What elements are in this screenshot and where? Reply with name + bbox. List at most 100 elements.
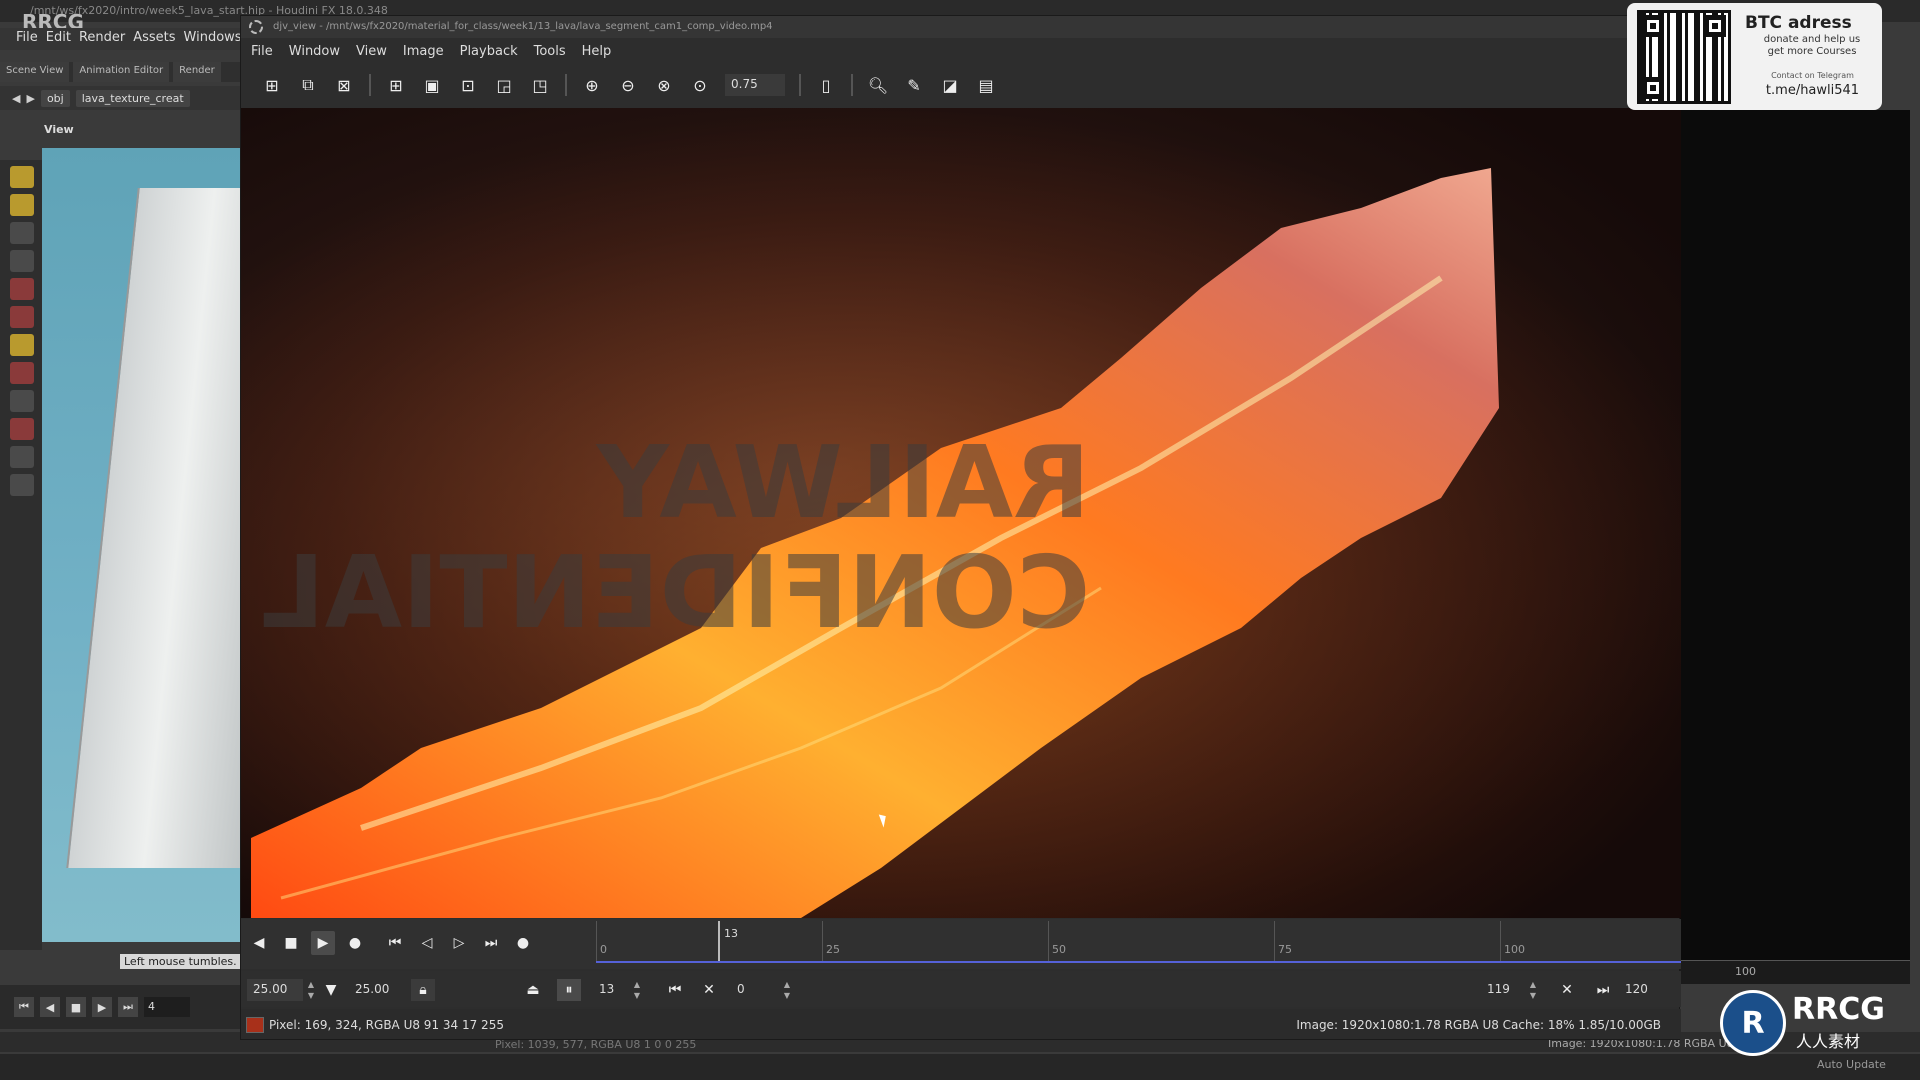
djv-menu-file[interactable]: File — [251, 44, 273, 62]
houdini-scene-viewport[interactable] — [42, 148, 245, 942]
brush-tool-icon[interactable] — [10, 306, 34, 328]
camera-tool-icon[interactable] — [10, 446, 34, 468]
window-close-icon[interactable]: ⊠ — [333, 74, 355, 96]
histogram-icon[interactable]: ◪ — [939, 74, 961, 96]
lock-tool-icon[interactable] — [10, 250, 34, 272]
step-back-icon[interactable]: ◁ — [415, 931, 439, 955]
houdini-menu-windows[interactable]: Windows — [184, 30, 242, 50]
reset-out-icon[interactable]: ✕ — [1555, 979, 1579, 1001]
tab-animation-editor[interactable]: Animation Editor — [73, 62, 170, 82]
magnify-icon[interactable]: 🔍︎ — [867, 74, 889, 96]
zoom-reset-icon[interactable]: ⊗ — [653, 74, 675, 96]
transform-tool-icon[interactable] — [10, 194, 34, 216]
go-start-icon[interactable]: ⏮ — [383, 931, 407, 955]
fill-window-icon[interactable]: ▣ — [421, 74, 443, 96]
display-tool-icon[interactable] — [10, 474, 34, 496]
stop-icon[interactable]: ■ — [66, 997, 86, 1017]
frame-field[interactable]: 13 — [593, 979, 629, 1001]
play-reverse-icon[interactable]: ◀ — [247, 931, 271, 955]
resize-icon[interactable]: ◲ — [493, 74, 515, 96]
reset-view-icon[interactable]: ◳ — [529, 74, 551, 96]
play-forward-icon[interactable]: ▶ — [311, 931, 335, 955]
in-point-spinner[interactable]: ▲ ▼ — [781, 979, 793, 1001]
rrcg-logo: R RRCG 人人素材 — [1720, 990, 1915, 1060]
frame-field[interactable]: 4 — [144, 997, 190, 1017]
djv-menu-view[interactable]: View — [356, 44, 387, 62]
rrcg-logo-icon: R — [1720, 990, 1786, 1056]
view-tool-icon[interactable] — [10, 390, 34, 412]
houdini-pane-tabs: Scene View Animation Editor Render — [0, 62, 245, 82]
frame-timeline[interactable]: 0 25 50 75 100 13 — [596, 921, 1681, 965]
stop-icon[interactable]: ■ — [279, 931, 303, 955]
window-new-icon[interactable]: ⊞ — [261, 74, 283, 96]
forward-arrow-icon[interactable]: ▶ — [26, 92, 34, 105]
fit-window-icon[interactable]: ⊞ — [385, 74, 407, 96]
djv-view-window: djv_view - /mnt/ws/fx2020/material_for_c… — [240, 15, 1681, 1040]
houdini-menu-assets[interactable]: Assets — [133, 30, 175, 50]
mark-in-icon[interactable]: ⏮ — [663, 979, 687, 1001]
houdini-menu-render[interactable]: Render — [79, 30, 125, 50]
magnet-tool-icon[interactable] — [10, 418, 34, 440]
djv-menu-window[interactable]: Window — [289, 44, 340, 62]
handle-tool-icon[interactable] — [10, 334, 34, 356]
zoom-in-icon[interactable]: ⊕ — [581, 74, 603, 96]
houdini-menu-edit[interactable]: Edit — [46, 30, 71, 50]
timeline-label: 75 — [1278, 943, 1292, 956]
speed-field[interactable]: 25.00 — [247, 979, 303, 1001]
go-end-icon[interactable]: ⏭ — [479, 931, 503, 955]
zoom-field[interactable]: 0.75 — [725, 74, 785, 96]
snap-tool-icon[interactable] — [10, 362, 34, 384]
houdini-playbar: ⏮ ◀ ■ ▶ ⏭ 4 — [0, 985, 245, 1029]
current-frame-marker[interactable] — [718, 921, 720, 961]
houdini-menu-file[interactable]: File — [16, 30, 38, 50]
end-frame-field[interactable]: 120 — [1619, 979, 1669, 1001]
timeline-tick — [596, 921, 597, 961]
mirror-icon[interactable]: ⊡ — [457, 74, 479, 96]
zoom-out-icon[interactable]: ⊖ — [617, 74, 639, 96]
mark-out-icon[interactable]: ⏭ — [1591, 979, 1615, 1001]
tab-scene-view[interactable]: Scene View — [0, 62, 70, 82]
out-point-spinner[interactable]: ▲ ▼ — [1527, 979, 1539, 1001]
info-icon[interactable]: ▤ — [975, 74, 997, 96]
path-crumb-node[interactable]: lava_texture_creat — [75, 89, 190, 107]
terrain-geometry — [66, 188, 245, 868]
paint-tool-icon[interactable] — [10, 278, 34, 300]
reset-in-icon[interactable]: ✕ — [697, 979, 721, 1001]
houdini-menubar: File Edit Render Assets Windows Al — [0, 28, 262, 50]
djv-menu-tools[interactable]: Tools — [534, 44, 566, 62]
pause-icon[interactable]: ⏸ — [557, 979, 581, 1001]
speed-spinner[interactable]: ▲ ▼ — [305, 979, 317, 1001]
in-point-field[interactable]: 0 — [731, 979, 771, 1001]
loop-icon[interactable]: ● — [343, 931, 367, 955]
path-crumb-obj[interactable]: obj — [40, 89, 70, 107]
tab-render[interactable]: Render — [173, 62, 221, 82]
window-duplicate-icon[interactable]: ⧉ — [297, 74, 319, 96]
djv-menu-image[interactable]: Image — [403, 44, 444, 62]
djv-title-bar: djv_view - /mnt/ws/fx2020/material_for_c… — [241, 16, 1681, 38]
jump-start-icon[interactable]: ⏮ — [14, 997, 34, 1017]
play-reverse-icon[interactable]: ◀ — [40, 997, 60, 1017]
in-out-icon[interactable]: ⏏ — [521, 979, 545, 1001]
lock-icon[interactable]: 🔒︎ — [411, 979, 435, 1001]
current-frame-label: 13 — [724, 927, 738, 940]
back-arrow-icon[interactable]: ◀ — [12, 92, 20, 105]
djv-menu-help[interactable]: Help — [582, 44, 612, 62]
pixel-color-swatch — [246, 1017, 264, 1033]
zoom-fit-icon[interactable]: ⊙ — [689, 74, 711, 96]
djv-menu-playback[interactable]: Playback — [460, 44, 518, 62]
step-forward-icon[interactable]: ▷ — [447, 931, 471, 955]
frame-spinner[interactable]: ▲ ▼ — [631, 979, 643, 1001]
pointer-tool-icon[interactable] — [10, 222, 34, 244]
channel-icon[interactable]: ▯ — [815, 74, 837, 96]
every-frame-icon[interactable]: ● — [511, 931, 535, 955]
color-picker-icon[interactable]: ✎ — [903, 74, 925, 96]
houdini-render-timeline[interactable]: 100 — [1680, 960, 1910, 984]
out-point-field[interactable]: 119 — [1481, 979, 1525, 1001]
speed-dropdown-icon[interactable]: ▼ — [319, 979, 343, 1001]
select-tool-icon[interactable] — [10, 166, 34, 188]
play-icon[interactable]: ▶ — [92, 997, 112, 1017]
image-viewer[interactable]: RAILWAY CONFIDENTIAL — [241, 108, 1681, 918]
jump-end-icon[interactable]: ⏭ — [118, 997, 138, 1017]
watermark-line-2: CONFIDENTIAL — [261, 534, 1091, 651]
telegram-link[interactable]: t.me/hawli541 — [1755, 83, 1870, 98]
